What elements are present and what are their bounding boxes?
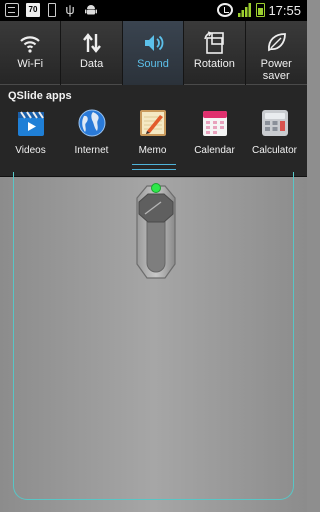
signal-icon [238, 3, 251, 17]
data-arrows-icon [82, 33, 101, 53]
tile-rotation[interactable]: Rotation [184, 21, 246, 85]
memo-icon [139, 110, 166, 136]
tile-data[interactable]: Data [61, 21, 123, 85]
android-icon [84, 3, 98, 17]
notification-icon [5, 3, 19, 17]
qslide-app-videos[interactable]: Videos [0, 107, 61, 157]
qslide-app-memo[interactable]: Memo [122, 107, 183, 157]
status-time: 17:55 [268, 3, 301, 18]
main-area [0, 172, 307, 512]
switch-indicator-light [151, 183, 161, 193]
qslide-app-calculator[interactable]: Calculator [244, 107, 305, 157]
tile-power-saver[interactable]: Power saver [246, 21, 307, 85]
calculator-icon [261, 110, 288, 136]
quick-settings-bar: Wi-Fi Data Sound Rotation Power saver [0, 21, 307, 85]
clapperboard-icon [17, 111, 44, 136]
qslide-app-calculator-label: Calculator [251, 145, 298, 156]
rotation-icon [204, 31, 225, 54]
usb-icon: ψ [65, 2, 75, 17]
calendar-icon [202, 111, 227, 136]
battery-icon [256, 3, 265, 17]
leaf-icon [268, 33, 287, 52]
qslide-app-memo-label: Memo [138, 145, 167, 156]
qslide-app-internet-label: Internet [74, 145, 109, 156]
qslide-title: QSlide apps [8, 90, 72, 102]
wifi-icon [20, 36, 40, 53]
qslide-app-calendar-label: Calendar [194, 145, 235, 156]
tile-power-saver-label: Power saver [260, 58, 292, 82]
qslide-app-internet[interactable]: Internet [61, 107, 122, 157]
tile-sound-label: Sound [137, 58, 169, 70]
qslide-panel: QSlide apps Videos Internet Memo Calenda… [0, 85, 307, 157]
speaker-icon [144, 35, 164, 51]
globe-icon [78, 109, 105, 137]
alarm-icon [217, 3, 233, 17]
handle-grip[interactable] [132, 164, 176, 170]
status-bar: 70 ψ 17:55 [0, 0, 307, 21]
qslide-app-calendar[interactable]: Calendar [184, 107, 245, 157]
tile-sound[interactable]: Sound [122, 21, 185, 85]
tile-wifi[interactable]: Wi-Fi [0, 21, 62, 85]
tile-rotation-label: Rotation [193, 58, 235, 70]
flashlight-switch[interactable] [133, 180, 179, 284]
storage-icon [48, 3, 56, 17]
tile-data-label: Data [79, 58, 104, 70]
tile-wifi-label: Wi-Fi [17, 58, 44, 70]
battery-level-badge: 70 [26, 3, 40, 17]
qslide-app-videos-label: Videos [15, 145, 46, 156]
